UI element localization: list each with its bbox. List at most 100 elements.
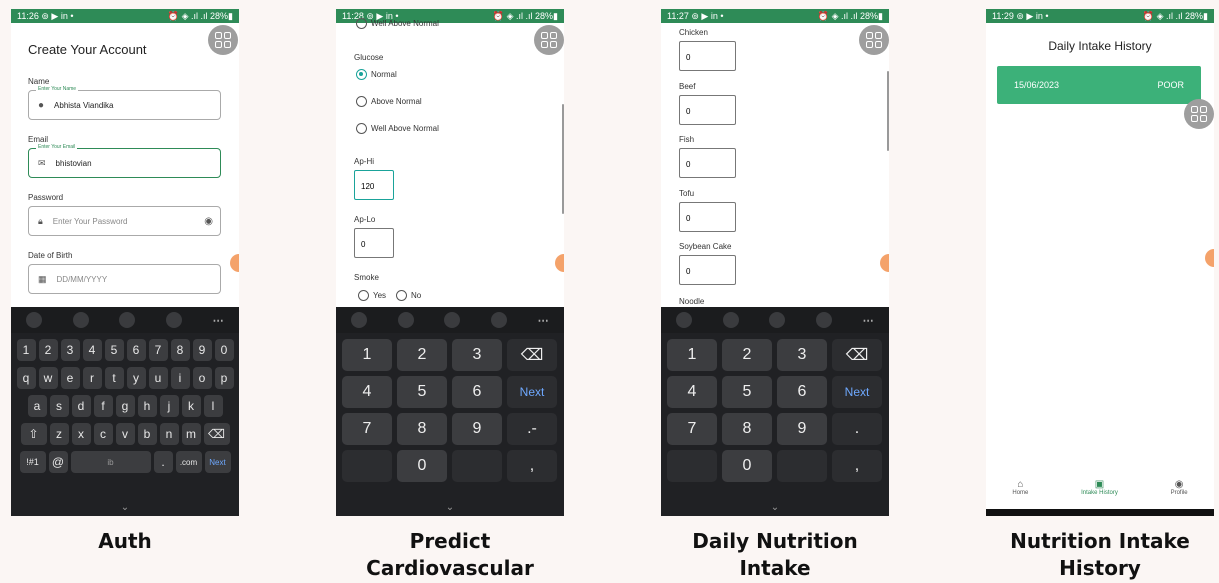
- emoji-icon[interactable]: [722, 312, 739, 328]
- key-7[interactable]: 7: [667, 413, 717, 445]
- key-v[interactable]: v: [115, 423, 135, 445]
- key-6[interactable]: 6: [452, 376, 502, 408]
- next-key[interactable]: Next: [507, 376, 557, 408]
- key-m[interactable]: m: [181, 423, 201, 445]
- mic-icon[interactable]: [676, 312, 693, 328]
- key-2[interactable]: 2: [38, 339, 58, 361]
- chevron-down-icon[interactable]: ⌄: [336, 502, 564, 513]
- key-.-[interactable]: .-: [507, 413, 557, 445]
- key-,[interactable]: ,: [507, 450, 557, 482]
- name-field[interactable]: Enter Your Name ● Abhista Viandika: [28, 86, 221, 120]
- key-a[interactable]: a: [27, 395, 47, 417]
- nutrition-item-input[interactable]: 0: [679, 94, 736, 125]
- more-icon[interactable]: ⋯: [213, 314, 224, 327]
- dob-field[interactable]: ▦ DD/MM/YYYY: [28, 264, 221, 294]
- menu-fab-button[interactable]: [1184, 99, 1214, 129]
- key-9[interactable]: 9: [777, 413, 827, 445]
- radio-glucose-normal[interactable]: Normal: [356, 69, 397, 80]
- key-n[interactable]: n: [159, 423, 179, 445]
- key-e[interactable]: e: [60, 367, 80, 389]
- key-4[interactable]: 4: [667, 376, 717, 408]
- backspace-key[interactable]: ⌫: [203, 423, 230, 445]
- key-b[interactable]: b: [137, 423, 157, 445]
- dot-key[interactable]: .: [153, 451, 173, 473]
- backspace-key[interactable]: ⌫: [832, 339, 882, 371]
- email-field[interactable]: Enter Your Email ✉ bhistovian: [28, 144, 221, 178]
- key-g[interactable]: g: [115, 395, 135, 417]
- search-icon[interactable]: [491, 312, 508, 328]
- aplo-input[interactable]: 0: [354, 228, 394, 258]
- emoji-icon[interactable]: [72, 312, 89, 328]
- key-t[interactable]: t: [104, 367, 124, 389]
- key-.[interactable]: .: [832, 413, 882, 445]
- next-key[interactable]: Next: [204, 451, 231, 473]
- key-blank[interactable]: [667, 450, 717, 482]
- radio-smoke-yes[interactable]: Yes: [358, 290, 386, 301]
- key-blank[interactable]: [777, 450, 827, 482]
- key-z[interactable]: z: [49, 423, 69, 445]
- key-0[interactable]: 0: [397, 450, 447, 482]
- key-q[interactable]: q: [16, 367, 36, 389]
- settings-icon[interactable]: [119, 312, 136, 328]
- key-j[interactable]: j: [159, 395, 179, 417]
- key-1[interactable]: 1: [667, 339, 717, 371]
- more-icon[interactable]: ⋯: [863, 314, 874, 327]
- floating-side-button[interactable]: [1205, 249, 1214, 267]
- key-,[interactable]: ,: [832, 450, 882, 482]
- floating-side-button[interactable]: [230, 254, 239, 272]
- more-icon[interactable]: ⋯: [538, 314, 549, 327]
- scrollbar[interactable]: [887, 71, 889, 151]
- menu-fab-button[interactable]: [534, 25, 564, 55]
- key-6[interactable]: 6: [126, 339, 146, 361]
- key-0[interactable]: 0: [214, 339, 234, 361]
- symbols-key[interactable]: !#1: [19, 451, 46, 473]
- mic-icon[interactable]: [351, 312, 368, 328]
- emoji-icon[interactable]: [397, 312, 414, 328]
- key-6[interactable]: 6: [777, 376, 827, 408]
- com-key[interactable]: .com: [175, 451, 202, 473]
- key-y[interactable]: y: [126, 367, 146, 389]
- nav-home[interactable]: ⌂ Home: [1012, 479, 1028, 509]
- key-5[interactable]: 5: [104, 339, 124, 361]
- key-5[interactable]: 5: [722, 376, 772, 408]
- menu-fab-button[interactable]: [859, 25, 889, 55]
- key-3[interactable]: 3: [60, 339, 80, 361]
- key-d[interactable]: d: [71, 395, 91, 417]
- radio-glucose-above-normal[interactable]: Above Normal: [356, 96, 422, 107]
- at-key[interactable]: @: [48, 451, 68, 473]
- key-k[interactable]: k: [181, 395, 201, 417]
- key-1[interactable]: 1: [16, 339, 36, 361]
- key-4[interactable]: 4: [342, 376, 392, 408]
- search-icon[interactable]: [816, 312, 833, 328]
- key-9[interactable]: 9: [192, 339, 212, 361]
- settings-icon[interactable]: [444, 312, 461, 328]
- nutrition-item-input[interactable]: 0: [679, 41, 736, 71]
- aphi-input[interactable]: 120: [354, 170, 394, 200]
- key-p[interactable]: p: [214, 367, 234, 389]
- scrollbar[interactable]: [562, 104, 564, 214]
- settings-icon[interactable]: [769, 312, 786, 328]
- key-4[interactable]: 4: [82, 339, 102, 361]
- key-blank[interactable]: [452, 450, 502, 482]
- floating-side-button[interactable]: [880, 254, 889, 272]
- key-9[interactable]: 9: [452, 413, 502, 445]
- key-0[interactable]: 0: [722, 450, 772, 482]
- radio-well-above-normal-top[interactable]: Well Above Normal: [356, 18, 439, 29]
- key-blank[interactable]: [342, 450, 392, 482]
- history-card[interactable]: 15/06/2023 POOR: [997, 66, 1201, 104]
- password-field[interactable]: 🔒︎ Enter Your Password ◉: [28, 206, 221, 236]
- key-7[interactable]: 7: [148, 339, 168, 361]
- radio-smoke-no[interactable]: No: [396, 290, 421, 301]
- key-i[interactable]: i: [170, 367, 190, 389]
- search-icon[interactable]: [166, 312, 183, 328]
- key-u[interactable]: u: [148, 367, 168, 389]
- menu-fab-button[interactable]: [208, 25, 238, 55]
- key-h[interactable]: h: [137, 395, 157, 417]
- key-8[interactable]: 8: [170, 339, 190, 361]
- next-key[interactable]: Next: [832, 376, 882, 408]
- nutrition-item-input[interactable]: 0: [679, 148, 736, 178]
- eye-icon[interactable]: ◉: [204, 216, 213, 227]
- key-8[interactable]: 8: [722, 413, 772, 445]
- chevron-down-icon[interactable]: ⌄: [661, 502, 889, 513]
- key-7[interactable]: 7: [342, 413, 392, 445]
